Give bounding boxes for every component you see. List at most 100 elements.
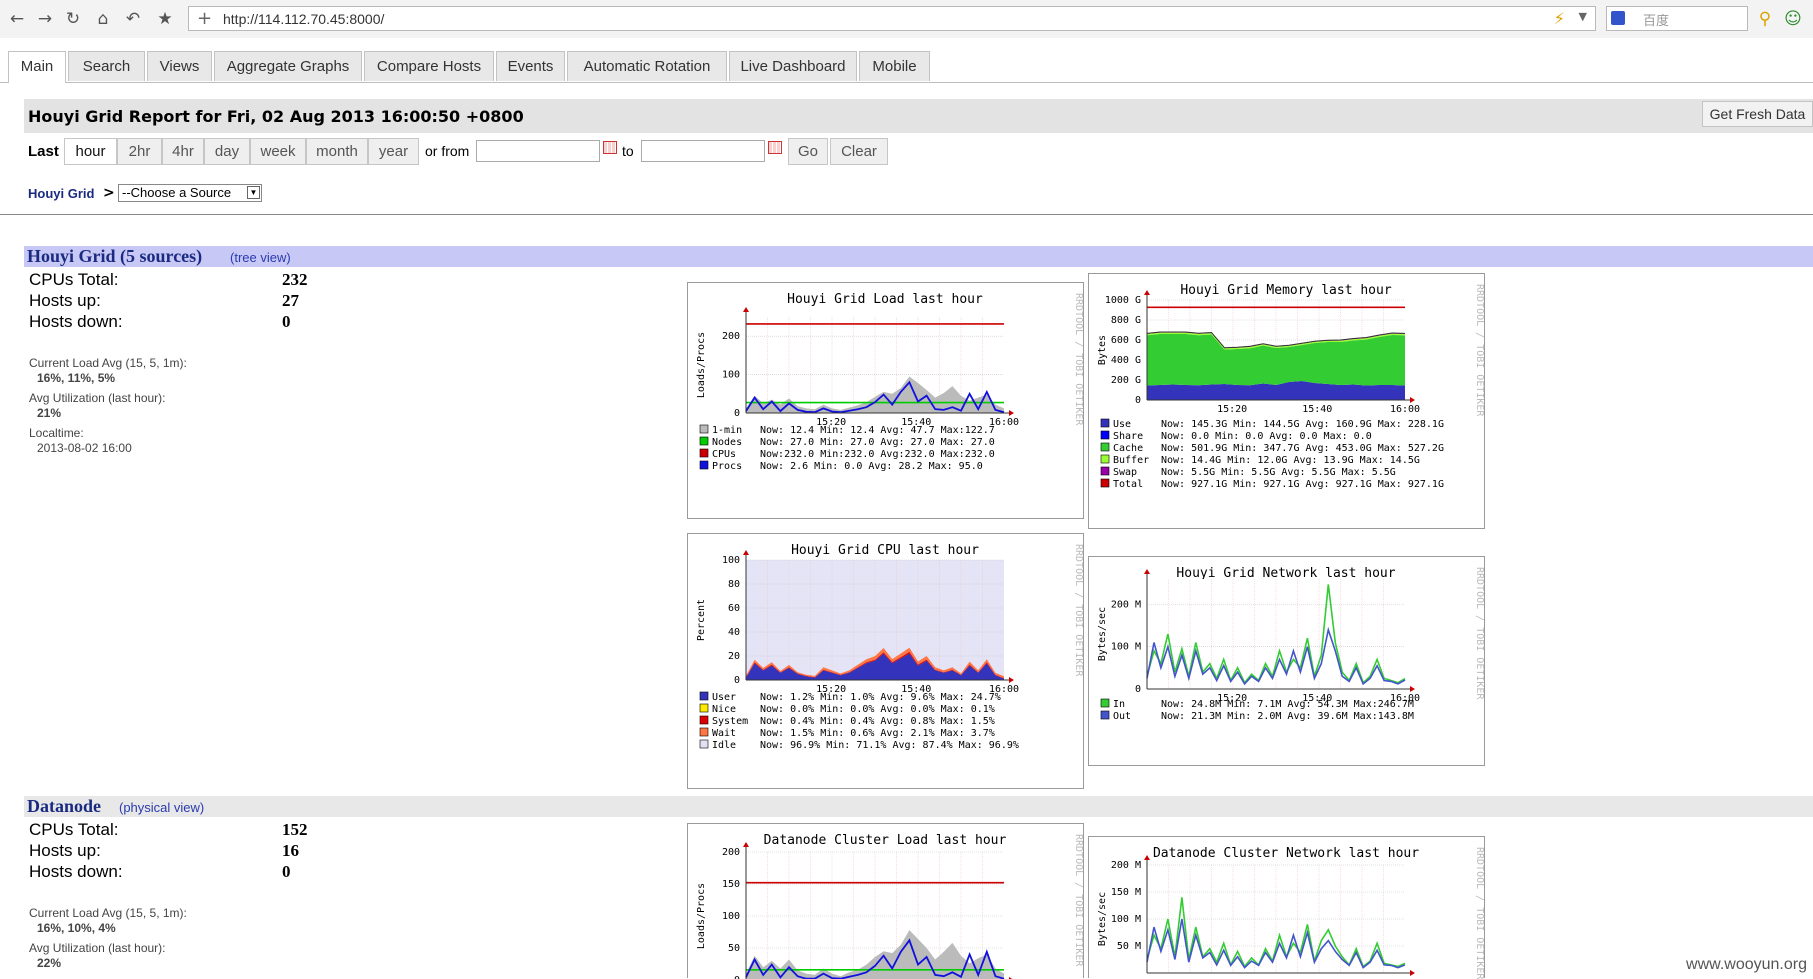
report-title: Houyi Grid Report for Fri, 02 Aug 2013 1…: [28, 107, 524, 126]
tab-compare-hosts[interactable]: Compare Hosts: [364, 51, 494, 81]
tab-search[interactable]: Search: [68, 51, 145, 81]
range-month-button[interactable]: month: [306, 138, 368, 165]
tab-automatic-rotation[interactable]: Automatic Rotation: [567, 51, 727, 81]
legend-stats: Now: 145.3G Min: 144.5G Avg: 160.9G Max:…: [1161, 419, 1444, 430]
y-tick-label: 60: [728, 603, 740, 614]
tab-main[interactable]: Main: [8, 51, 66, 83]
legend-name: Buffer: [1113, 455, 1149, 466]
source-select[interactable]: --Choose a Source ▼: [118, 184, 262, 202]
physical-view-link[interactable]: (physical view): [119, 800, 204, 815]
range-day-button[interactable]: day: [204, 138, 250, 165]
y-tick-label: 200: [722, 331, 740, 342]
to-calendar-icon[interactable]: [768, 141, 782, 154]
legend-swatch: [699, 436, 709, 446]
localtime-value: 2013-08-02 16:00: [37, 441, 132, 455]
range-week-button[interactable]: week: [250, 138, 306, 165]
dropdown-arrow-icon[interactable]: ▼: [1579, 10, 1587, 23]
grid-memory-graph[interactable]: Houyi Grid Memory last hour 0 200 G 400 G 60…: [1088, 273, 1485, 529]
go-button[interactable]: Go: [788, 138, 828, 165]
y-tick-label: 100: [722, 370, 740, 381]
range-4hr-button[interactable]: 4hr: [162, 138, 204, 165]
chart-title: Datanode Cluster Network last hour: [1153, 846, 1419, 861]
to-date-input[interactable]: [641, 140, 765, 162]
clear-button[interactable]: Clear: [830, 138, 888, 165]
datanode-section-title[interactable]: Datanode: [27, 796, 101, 817]
to-label: to: [622, 143, 634, 159]
reload-icon[interactable]: ↻: [62, 8, 84, 30]
legend-name: Nodes: [712, 437, 742, 448]
star-icon[interactable]: ★: [154, 8, 176, 30]
cpus-total-label: CPUs Total:: [29, 270, 119, 289]
url-text: http://114.112.70.45:8000/: [223, 11, 385, 27]
datanode-section-bar: [24, 796, 1813, 817]
tab-mobile[interactable]: Mobile: [859, 51, 930, 81]
dn-load-avg-label: Current Load Avg (15, 5, 1m):: [29, 906, 187, 920]
forward-icon[interactable]: →: [34, 8, 56, 30]
legend-swatch: [1100, 710, 1110, 720]
key-icon[interactable]: ⚲: [1754, 8, 1776, 30]
y-axis-label: Bytes/sec: [1097, 607, 1108, 661]
y-tick-label: 50 M: [1117, 941, 1141, 952]
legend-swatch: [1100, 698, 1110, 708]
breadcrumb-grid-link[interactable]: Houyi Grid: [28, 186, 94, 201]
range-year-button[interactable]: year: [368, 138, 419, 165]
y-tick-label: 150: [722, 879, 740, 890]
get-fresh-data-button[interactable]: Get Fresh Data: [1702, 101, 1813, 127]
legend-name: Wait: [712, 728, 736, 739]
legend-name: In: [1113, 699, 1125, 710]
lightning-icon[interactable]: ⚡: [1554, 9, 1565, 28]
dn-utilization-label: Avg Utilization (last hour):: [29, 941, 166, 955]
tree-view-link[interactable]: (tree view): [230, 250, 291, 265]
address-bar[interactable]: + http://114.112.70.45:8000/ ⚡ ▼: [188, 6, 1596, 31]
chart-title: Houyi Grid Memory last hour: [1180, 283, 1391, 298]
tab-views[interactable]: Views: [147, 51, 212, 81]
legend-stats: Now: 2.6 Min: 0.0 Avg: 28.2 Max: 95.0: [760, 461, 983, 472]
search-engine-icon[interactable]: [1611, 11, 1625, 25]
legend-stats: Now: 27.0 Min: 27.0 Avg: 27.0 Max: 27.0: [760, 437, 995, 448]
legend-swatch: [699, 715, 709, 725]
grid-network-graph[interactable]: Houyi Grid Network last hour 0 100 M 200 MB…: [1088, 556, 1485, 766]
x-tick-label: 15:20: [1217, 404, 1247, 415]
dn-hosts-down-label: Hosts down:: [29, 862, 123, 881]
y-tick-label: 200 M: [1111, 860, 1141, 871]
legend-name: 1-min: [712, 425, 742, 436]
breadcrumb-separator: >: [103, 185, 115, 201]
undo-icon[interactable]: ↶: [122, 8, 144, 30]
hosts-down-label: Hosts down:: [29, 312, 123, 331]
report-header: Houyi Grid Report for Fri, 02 Aug 2013 1…: [24, 99, 1813, 133]
chevron-down-icon: ▼: [247, 186, 260, 199]
grid-load-graph[interactable]: Houyi Grid Load last hour 0 100 200 Loads/Pr…: [687, 282, 1084, 519]
x-axis-arrow: [1410, 397, 1415, 403]
load-avg-value: 16%, 11%, 5%: [37, 371, 116, 385]
y-tick-label: 100 M: [1111, 914, 1141, 925]
legend-name: System: [712, 716, 748, 727]
legend-name: Total: [1113, 479, 1143, 490]
tab-live-dashboard[interactable]: Live Dashboard: [729, 51, 857, 81]
legend-name: Procs: [712, 461, 742, 472]
y-tick-label: 1000 G: [1105, 295, 1141, 306]
from-date-input[interactable]: [476, 140, 600, 162]
range-2hr-button[interactable]: 2hr: [117, 138, 162, 165]
range-hour-button[interactable]: hour: [64, 138, 117, 165]
legend-swatch: [1100, 442, 1110, 452]
legend-swatch: [1100, 478, 1110, 488]
y-tick-label: 400 G: [1111, 355, 1141, 366]
dn-hosts-up-label: Hosts up:: [29, 841, 101, 860]
legend-stats: Now: 14.4G Min: 12.0G Avg: 13.9G Max: 14…: [1161, 455, 1420, 466]
tab-aggregate-graphs[interactable]: Aggregate Graphs: [214, 51, 362, 81]
back-icon[interactable]: ←: [6, 8, 28, 30]
search-box[interactable]: 百度: [1606, 6, 1748, 31]
chart-title: Datanode Cluster Load last hour: [764, 833, 1007, 848]
grid-section-title[interactable]: Houyi Grid (5 sources): [27, 246, 202, 267]
datanode-load-graph[interactable]: Datanode Cluster Load last hour 0 50 100 150…: [687, 823, 1084, 979]
or-from-label: or from: [425, 143, 470, 159]
tab-events[interactable]: Events: [496, 51, 565, 81]
user-icon[interactable]: ☺: [1782, 8, 1804, 30]
from-calendar-icon[interactable]: [603, 141, 617, 154]
new-tab-icon[interactable]: +: [197, 8, 212, 29]
home-icon[interactable]: ⌂: [92, 8, 114, 30]
grid-cpu-graph[interactable]: Houyi Grid CPU last hour 0 20 40 60 80 100 Perc…: [687, 533, 1084, 789]
datanode-network-graph[interactable]: Datanode Cluster Network last hour 50 M 10…: [1088, 836, 1485, 979]
legend-stats: Now: 1.2% Min: 1.0% Avg: 9.6% Max: 24.7%: [760, 692, 1001, 703]
y-tick-label: 50: [728, 943, 740, 954]
